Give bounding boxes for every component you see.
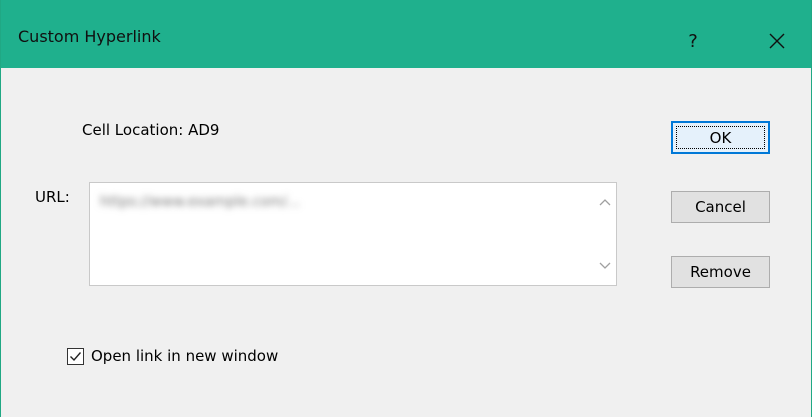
open-new-window-label: Open link in new window [91, 347, 279, 365]
scroll-up-button[interactable] [594, 191, 616, 213]
help-button[interactable]: ? [673, 21, 713, 61]
cancel-button[interactable]: Cancel [671, 191, 770, 223]
title-bar: Custom Hyperlink ? [1, 0, 811, 68]
url-label: URL: [35, 188, 70, 206]
dialog-title: Custom Hyperlink [18, 27, 161, 46]
chevron-up-icon [599, 199, 611, 206]
remove-button[interactable]: Remove [671, 256, 770, 288]
open-new-window-option[interactable]: Open link in new window [67, 347, 278, 365]
ok-button[interactable]: OK [671, 121, 770, 154]
scroll-down-button[interactable] [594, 255, 616, 277]
cell-location-label: Cell Location: AD9 [82, 121, 220, 139]
url-scrollbar[interactable] [594, 183, 616, 285]
checkmark-icon [70, 351, 82, 361]
url-input[interactable]: https://www.example.com/... [89, 182, 617, 286]
cancel-button-label: Cancel [695, 198, 746, 216]
focus-rectangle [676, 126, 765, 149]
open-new-window-checkbox[interactable] [67, 347, 84, 365]
url-value: https://www.example.com/... [100, 194, 301, 210]
remove-button-label: Remove [690, 263, 751, 281]
custom-hyperlink-dialog: Custom Hyperlink ? Cell Location: AD9 UR… [0, 0, 812, 417]
close-icon [769, 33, 785, 49]
close-button[interactable] [757, 21, 797, 61]
chevron-down-icon [599, 262, 611, 269]
